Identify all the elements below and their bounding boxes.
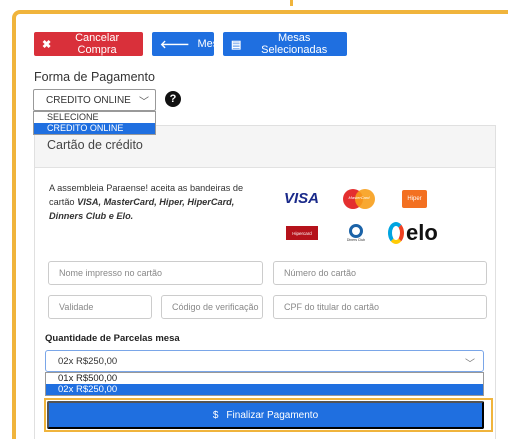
mesas-button[interactable]: 🡐 Mesas	[152, 32, 230, 56]
elo-logo: elo	[388, 220, 438, 246]
frame-marker	[290, 0, 293, 6]
card-cvv-placeholder: Código de verificação	[172, 302, 259, 312]
selected-tables-button[interactable]: ▤ Mesas Selecionadas	[223, 32, 347, 56]
list-icon: ▤	[231, 38, 242, 51]
payment-option-credito-online[interactable]: CREDITO ONLINE	[34, 123, 155, 134]
card-name-placeholder: Nome impresso no cartão	[59, 268, 163, 278]
card-number-placeholder: Número do cartão	[284, 268, 357, 278]
chevron-down-icon: ﹀	[139, 97, 149, 108]
installments-dropdown: 01x R$500,00 02x R$250,00	[45, 372, 484, 396]
installments-option-1x[interactable]: 01x R$500,00	[46, 373, 483, 384]
card-validity-input[interactable]: Validade	[48, 295, 152, 319]
selected-tables-label: Mesas Selecionadas	[261, 32, 328, 56]
chevron-down-icon: ﹀	[465, 359, 475, 370]
diners-club-logo: Diners Club	[341, 222, 371, 244]
payment-method-value: CREDITO ONLINE	[46, 94, 131, 106]
cpf-placeholder: CPF do titular do cartão	[284, 302, 380, 312]
visa-logo: VISA	[284, 190, 320, 207]
hipercard-logo: Hipercard	[286, 226, 318, 240]
installments-value: 02x R$250,00	[58, 355, 118, 367]
installments-label: Quantidade de Parcelas mesa	[45, 333, 180, 344]
close-icon: ✖	[42, 38, 52, 51]
arrow-left-icon: 🡐	[160, 39, 190, 51]
accepted-brands-list: VISA, MasterCard, Hiper, HiperCard, Dinn…	[49, 197, 235, 221]
finish-payment-button[interactable]: $ Finalizar Pagamento	[47, 401, 484, 429]
finish-payment-label: Finalizar Pagamento	[226, 409, 319, 421]
hiper-logo: Hiper	[402, 190, 427, 208]
installments-select[interactable]: 02x R$250,00 ﹀	[45, 350, 484, 372]
payment-method-select[interactable]: CREDITO ONLINE ﹀	[33, 89, 156, 111]
cpf-input[interactable]: CPF do titular do cartão	[273, 295, 487, 319]
dollar-icon: $	[212, 409, 219, 421]
cancel-purchase-button[interactable]: ✖ Cancelar Compra	[34, 32, 143, 56]
cancel-purchase-label: Cancelar Compra	[75, 32, 120, 56]
payment-option-selecione[interactable]: SELECIONE	[34, 112, 155, 123]
accepted-brands-text: A assembleia Paraense! aceita as bandeir…	[49, 181, 264, 223]
payment-method-dropdown: SELECIONE CREDITO ONLINE	[33, 111, 156, 135]
card-name-input[interactable]: Nome impresso no cartão	[48, 261, 263, 285]
help-icon[interactable]: ?	[165, 91, 181, 107]
card-cvv-input[interactable]: Código de verificação	[161, 295, 263, 319]
mastercard-logo: MasterCard	[341, 189, 377, 209]
card-number-input[interactable]: Número do cartão	[273, 261, 487, 285]
payment-method-label: Forma de Pagamento	[34, 70, 155, 84]
card-validity-placeholder: Validade	[59, 302, 94, 312]
installments-option-2x[interactable]: 02x R$250,00	[46, 384, 483, 395]
credit-card-title: Cartão de crédito	[47, 138, 143, 152]
